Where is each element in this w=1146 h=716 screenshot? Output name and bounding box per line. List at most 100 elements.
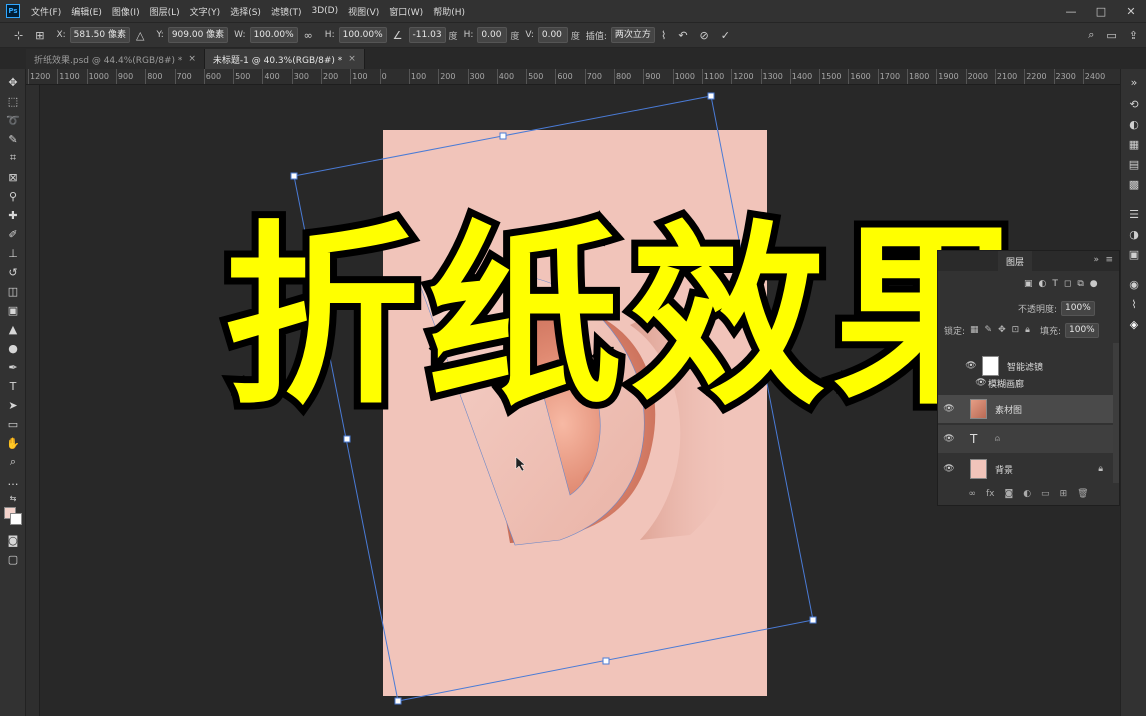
background-color-swatch[interactable] bbox=[10, 513, 22, 525]
collapse-dock-icon[interactable]: » bbox=[1127, 75, 1141, 89]
link-icon[interactable]: ∞ bbox=[304, 29, 313, 42]
layer-blur-gallery[interactable]: 👁︎ 模糊画廊 bbox=[938, 373, 1113, 393]
visibility-eye-icon[interactable]: 👁︎ bbox=[960, 361, 982, 371]
menu-layer[interactable]: 图层(L) bbox=[145, 5, 185, 18]
move-tool-preset-icon[interactable]: ⊹ bbox=[14, 29, 23, 42]
collapse-panel-icon[interactable]: » bbox=[1093, 255, 1099, 265]
close-button[interactable]: ✕ bbox=[1116, 0, 1146, 22]
cancel-transform-icon[interactable]: ⊘ bbox=[700, 29, 709, 42]
history-brush-tool-icon[interactable]: ↺ bbox=[3, 263, 23, 281]
type-tool-icon[interactable]: T bbox=[3, 377, 23, 395]
menu-edit[interactable]: 编辑(E) bbox=[66, 5, 107, 18]
layers-scrollbar[interactable] bbox=[1113, 343, 1119, 483]
layer-text[interactable]: 👁︎ T ⍝ bbox=[938, 425, 1113, 453]
quick-mask-icon[interactable]: ◙ bbox=[3, 531, 23, 549]
height-field[interactable]: 100.00% bbox=[338, 27, 387, 43]
fill-field[interactable]: 100% bbox=[1065, 322, 1099, 338]
visibility-eye-icon[interactable]: 👁︎ bbox=[938, 404, 960, 414]
y-position-field[interactable]: 909.00 像素 bbox=[167, 27, 229, 43]
swatches-icon[interactable]: ▦ bbox=[1127, 137, 1141, 151]
close-icon[interactable]: × bbox=[188, 54, 196, 64]
move-tool-icon[interactable]: ✥ bbox=[3, 73, 23, 91]
fx-icon[interactable]: fx bbox=[986, 489, 995, 499]
undo-transform-icon[interactable]: ↶ bbox=[678, 29, 687, 42]
pen-tool-icon[interactable]: ✒ bbox=[3, 358, 23, 376]
frame-tool-icon[interactable]: ⊠ bbox=[3, 168, 23, 186]
stamp-tool-icon[interactable]: ⊥ bbox=[3, 244, 23, 262]
warp-icon[interactable]: ⌇ bbox=[661, 29, 666, 42]
maximize-button[interactable]: □ bbox=[1086, 0, 1116, 22]
menu-image[interactable]: 图像(I) bbox=[107, 5, 145, 18]
healing-tool-icon[interactable]: ✚ bbox=[3, 206, 23, 224]
add-mask-icon[interactable]: ◙ bbox=[1004, 489, 1013, 499]
x-position-field[interactable]: 581.50 像素 bbox=[69, 27, 130, 43]
group-icon[interactable]: ▭ bbox=[1041, 489, 1050, 499]
swap-colors-icon[interactable]: ⇆ bbox=[3, 489, 23, 507]
vertical-ruler[interactable] bbox=[26, 85, 40, 716]
new-layer-icon[interactable]: ⊞ bbox=[1060, 489, 1068, 499]
lock-artboard-icon[interactable]: ⊡ bbox=[1012, 325, 1020, 335]
paths-icon[interactable]: ⌇ bbox=[1127, 297, 1141, 311]
visibility-eye-icon[interactable]: 👁︎ bbox=[938, 464, 960, 474]
marquee-tool-icon[interactable]: ⬚ bbox=[3, 92, 23, 110]
transform-handle-top-left[interactable] bbox=[290, 172, 298, 180]
zoom-tool-icon[interactable]: ⌕ bbox=[3, 453, 23, 471]
reference-point-icon[interactable]: ⊞ bbox=[35, 29, 44, 42]
lock-all-icon[interactable]: 🔒︎ bbox=[1025, 325, 1030, 335]
more-tools-icon[interactable]: … bbox=[3, 472, 23, 490]
panel-menu-icon[interactable]: ≡ bbox=[1105, 255, 1113, 265]
screen-mode-icon[interactable]: ▢ bbox=[3, 550, 23, 568]
hskew-field[interactable]: 0.00 bbox=[477, 27, 508, 43]
menu-3d[interactable]: 3D(D) bbox=[306, 6, 343, 16]
transform-handle-top-right[interactable] bbox=[707, 92, 715, 100]
menu-help[interactable]: 帮助(H) bbox=[428, 5, 470, 18]
tab-untitled-1[interactable]: 未标题-1 @ 40.3%(RGB/8#) * × bbox=[204, 49, 365, 69]
menu-window[interactable]: 窗口(W) bbox=[384, 5, 428, 18]
layer-source-image[interactable]: 👁︎ 素材图 bbox=[938, 395, 1113, 423]
history-icon[interactable]: ⟲ bbox=[1127, 97, 1141, 111]
adjustments-icon[interactable]: ◑ bbox=[1127, 227, 1141, 241]
lock-pixels-icon[interactable]: ▦ bbox=[970, 325, 979, 335]
tab-paper-fold-psd[interactable]: 折纸效果.psd @ 44.4%(RGB/8#) * × bbox=[26, 49, 205, 69]
libraries-icon[interactable]: ▣ bbox=[1127, 247, 1141, 261]
angle-field[interactable]: -11.03 bbox=[408, 27, 446, 43]
layer-thumbnail[interactable] bbox=[970, 459, 987, 479]
transform-handle-left[interactable] bbox=[343, 435, 351, 443]
menu-select[interactable]: 选择(S) bbox=[225, 5, 266, 18]
filter-toggle-icon[interactable]: ● bbox=[1090, 279, 1098, 289]
visibility-eye-icon[interactable]: 👁︎ bbox=[974, 378, 988, 388]
horizontal-ruler[interactable]: 1200 1100 1000 900 800 700 600 500 400 300 200 100 0… bbox=[26, 69, 1120, 85]
blur-tool-icon[interactable]: ▲ bbox=[3, 320, 23, 338]
share-icon[interactable]: ⇪ bbox=[1129, 29, 1138, 42]
hand-tool-icon[interactable]: ✋ bbox=[3, 434, 23, 452]
minimize-button[interactable]: — bbox=[1056, 0, 1086, 22]
photoshop-logo[interactable]: Ps bbox=[6, 4, 20, 18]
filter-type-icon[interactable]: T bbox=[1052, 279, 1058, 289]
layers-icon[interactable]: ◈ bbox=[1127, 317, 1141, 331]
filter-pixel-icon[interactable]: ▣ bbox=[1024, 279, 1033, 289]
filter-smart-icon[interactable]: ⧉ bbox=[1077, 279, 1083, 289]
gradient-tool-icon[interactable]: ▣ bbox=[3, 301, 23, 319]
relative-position-icon[interactable]: △ bbox=[136, 29, 144, 42]
transform-handle-top[interactable] bbox=[499, 132, 507, 140]
color-icon[interactable]: ◐ bbox=[1127, 117, 1141, 131]
visibility-eye-icon[interactable]: 👁︎ bbox=[938, 434, 960, 444]
menu-view[interactable]: 视图(V) bbox=[343, 5, 384, 18]
vskew-field[interactable]: 0.00 bbox=[537, 27, 568, 43]
commit-transform-icon[interactable]: ✓ bbox=[721, 29, 730, 42]
adjustment-layer-icon[interactable]: ◐ bbox=[1023, 489, 1031, 499]
interpolation-select[interactable]: 两次立方 bbox=[610, 27, 655, 43]
crop-tool-icon[interactable]: ⌗ bbox=[3, 149, 23, 167]
channels-icon[interactable]: ◉ bbox=[1127, 277, 1141, 291]
transform-handle-bottom-right[interactable] bbox=[809, 616, 817, 624]
menu-type[interactable]: 文字(Y) bbox=[185, 5, 226, 18]
width-field[interactable]: 100.00% bbox=[249, 27, 298, 43]
layer-thumbnail[interactable] bbox=[970, 399, 987, 419]
filter-shape-icon[interactable]: ◻ bbox=[1064, 279, 1071, 289]
path-select-tool-icon[interactable]: ➤ bbox=[3, 396, 23, 414]
delete-layer-icon[interactable]: 🗑︎ bbox=[1077, 489, 1088, 499]
search-icon[interactable]: ⌕ bbox=[1088, 28, 1094, 42]
quick-select-tool-icon[interactable]: ✎ bbox=[3, 130, 23, 148]
dodge-tool-icon[interactable]: ● bbox=[3, 339, 23, 357]
eraser-tool-icon[interactable]: ◫ bbox=[3, 282, 23, 300]
